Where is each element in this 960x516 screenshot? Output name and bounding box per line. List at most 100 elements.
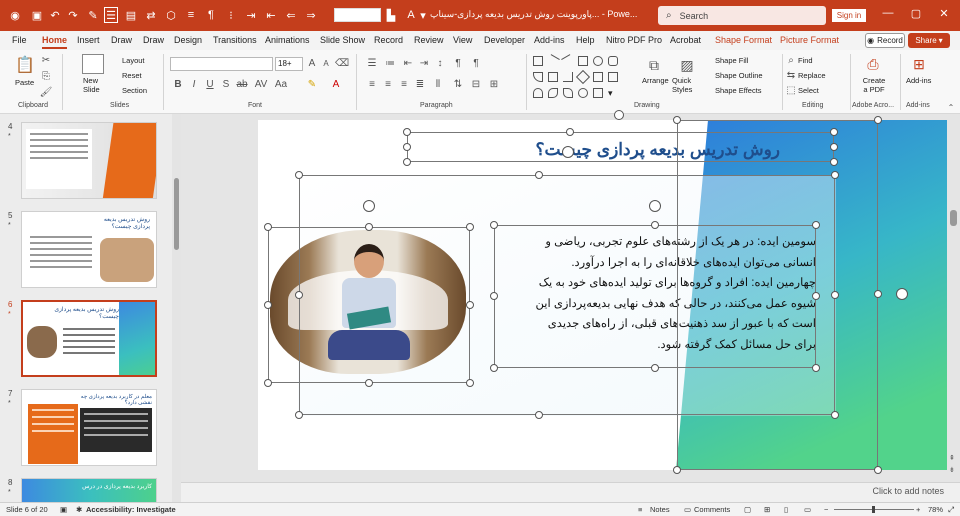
font-family-select[interactable] [170, 57, 273, 71]
increase-indent-icon[interactable]: ⇥ [418, 57, 430, 69]
italic-icon[interactable]: I [188, 78, 200, 90]
increase-font-icon[interactable]: A [306, 57, 318, 69]
resize-handle[interactable] [490, 292, 498, 300]
canvas-scrollbar[interactable]: ⇞ ⇟ [948, 114, 960, 482]
notes-button[interactable]: Notes [650, 505, 670, 514]
shape-star-icon[interactable] [593, 88, 603, 98]
rotate-handle[interactable] [562, 146, 574, 158]
normal-view-icon[interactable]: ▢ [744, 505, 751, 514]
resize-handle[interactable] [651, 221, 659, 229]
text-direction-icon[interactable]: ⇄ [144, 7, 158, 23]
tab-draw-2[interactable]: Draw [143, 35, 164, 45]
close-icon[interactable]: ✕ [932, 7, 956, 23]
resize-handle[interactable] [466, 301, 474, 309]
resize-handle[interactable] [403, 143, 411, 151]
copy-icon[interactable]: ⎘ [40, 70, 52, 82]
quick-styles-button[interactable]: Quick Styles [672, 76, 702, 94]
save-icon[interactable]: ▣ [30, 7, 44, 23]
tab-developer[interactable]: Developer [484, 35, 525, 45]
change-case-icon[interactable]: Aa [274, 78, 288, 90]
paste-icon[interactable]: 📋 [14, 54, 36, 76]
more-shapes-icon[interactable]: ▾ [608, 88, 618, 98]
ltr-paragraph-icon[interactable]: ¶ [470, 57, 482, 69]
scrollbar-thumb[interactable] [174, 178, 179, 250]
font-color-icon-2[interactable]: A [330, 78, 342, 90]
slide-thumbnail-7[interactable]: معلم در کاربرد بدیعه پردازی چه نقشی دارد… [21, 389, 157, 466]
resize-handle[interactable] [365, 223, 373, 231]
slide-thumbnail-4[interactable] [21, 122, 157, 199]
resize-handle[interactable] [831, 411, 839, 419]
align-center-icon[interactable]: ≡ [382, 78, 394, 90]
resize-handle[interactable] [831, 171, 839, 179]
resize-handle[interactable] [264, 379, 272, 387]
record-button[interactable]: ◉ Record [865, 33, 905, 48]
tab-home[interactable]: Home [42, 35, 68, 49]
tab-draw[interactable]: Draw [111, 35, 132, 45]
rtl-icon[interactable]: ⇐ [284, 7, 298, 23]
shape-down-arrow-icon[interactable] [608, 72, 618, 82]
resize-handle[interactable] [651, 364, 659, 372]
accessibility-button[interactable]: Accessibility: Investigate [86, 505, 176, 514]
resize-handle[interactable] [830, 128, 838, 136]
highlight-icon[interactable]: ✎ [306, 78, 318, 90]
reading-view-icon[interactable]: ▯ [784, 505, 788, 514]
arrange-icon[interactable]: ⧉ [644, 56, 664, 74]
fit-to-window-icon[interactable]: ⤢ [948, 505, 954, 515]
bullets-icon[interactable]: ⁝ [224, 7, 238, 23]
rotate-handle[interactable] [614, 110, 624, 120]
resize-handle[interactable] [403, 128, 411, 136]
tab-review[interactable]: Review [414, 35, 444, 45]
shape-fill-button[interactable]: Shape Fill [715, 56, 748, 65]
section-button[interactable]: Section [122, 86, 147, 95]
line-spacing-icon[interactable]: ↕ [434, 57, 446, 69]
shape-diamond-icon[interactable] [575, 69, 591, 85]
quick-font-box[interactable] [334, 8, 381, 22]
add-ins-icon[interactable]: ⊞ [910, 54, 928, 74]
tab-file[interactable]: File [12, 35, 27, 45]
shape-arrow-icon[interactable] [561, 54, 575, 68]
resize-handle[interactable] [466, 379, 474, 387]
resize-handle[interactable] [831, 291, 839, 299]
shape-arc-icon[interactable] [533, 88, 543, 98]
shape-brace-icon[interactable] [578, 88, 588, 98]
resize-handle[interactable] [830, 158, 838, 166]
resize-handle[interactable] [812, 292, 820, 300]
slideshow-view-icon[interactable]: ▭ [804, 505, 811, 514]
find-button[interactable]: Find [798, 56, 813, 65]
resize-handle[interactable] [490, 364, 498, 372]
notes-placeholder[interactable]: Click to add notes [872, 486, 944, 496]
underline-icon[interactable]: U [204, 78, 216, 90]
reset-button[interactable]: Reset [122, 71, 142, 80]
shape-triangle-icon[interactable] [533, 72, 543, 82]
columns-icon[interactable]: ⫴ [432, 78, 444, 90]
prev-slide-icon[interactable]: ⇞ [949, 454, 955, 462]
tab-add-ins[interactable]: Add-ins [534, 35, 565, 45]
clear-format-icon[interactable]: ⌫ [335, 57, 349, 69]
customize-qat-icon[interactable]: ▾ [418, 7, 428, 23]
create-pdf-icon[interactable]: ⎙ [864, 54, 882, 74]
align-left-icon[interactable]: ≡ [366, 78, 378, 90]
redo-icon[interactable]: ↷ [66, 7, 80, 23]
smartart-icon[interactable]: ⊞ [488, 78, 500, 90]
shape-rounded-rect-icon[interactable] [608, 56, 618, 66]
indent-icon[interactable]: ⇥ [244, 7, 258, 23]
shapes-icon[interactable]: ⬡ [164, 7, 178, 23]
font-color-icon[interactable]: ▙ [384, 7, 398, 23]
rtl-paragraph-icon[interactable]: ¶ [452, 57, 464, 69]
resize-handle[interactable] [830, 143, 838, 151]
tab-nitro-pdf[interactable]: Nitro PDF Pro [606, 35, 662, 45]
restore-icon[interactable]: ▢ [904, 7, 928, 23]
rotate-handle[interactable] [363, 200, 375, 212]
shape-rectangle-icon[interactable] [578, 56, 588, 66]
numbering-icon[interactable]: ≔ [384, 57, 396, 69]
format-painter-icon-2[interactable]: 🖌 [40, 86, 53, 98]
tab-shape-format[interactable]: Shape Format [715, 35, 772, 45]
resize-handle[interactable] [466, 223, 474, 231]
shape-effects-button[interactable]: Shape Effects [715, 86, 762, 95]
new-slide-button[interactable]: New Slide [83, 76, 111, 94]
slideshow-icon[interactable]: ▤ [124, 7, 138, 23]
zoom-slider-thumb[interactable] [872, 506, 875, 513]
decrease-indent-icon[interactable]: ⇤ [402, 57, 414, 69]
resize-handle[interactable] [673, 116, 681, 124]
collapse-ribbon-icon[interactable]: ⌃ [946, 102, 956, 112]
